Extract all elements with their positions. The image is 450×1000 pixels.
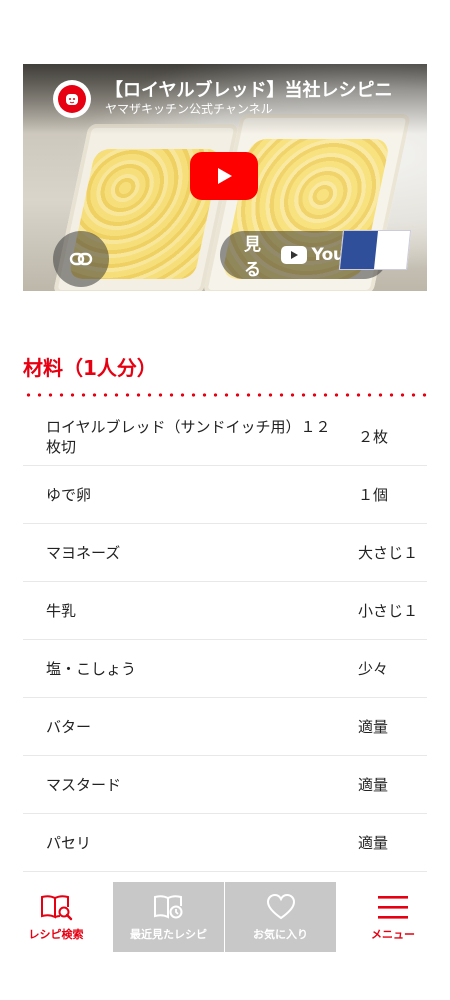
ingredient-amount: 大さじ１ [358,544,419,562]
nav-menu[interactable]: メニュー [336,882,450,952]
ingredient-amount: 適量 [358,718,389,736]
ingredient-name: パセリ [46,833,92,852]
copy-link-button[interactable] [53,231,109,287]
ingredient-name: 牛乳 [46,601,77,620]
book-history-icon [152,892,186,922]
nav-label: お気に入り [253,928,308,941]
video-title[interactable]: 【ロイヤルブレッド】当社レシピニ [105,76,405,102]
ingredient-name: バター [46,717,92,736]
list-item: 牛乳 小さじ１ [23,582,427,640]
ingredient-amount: 小さじ１ [358,602,419,620]
dotted-divider [23,393,427,397]
ingredient-amount: 適量 [358,776,389,794]
ingredient-amount: １個 [358,486,389,504]
list-item: ゆで卵 １個 [23,466,427,524]
nav-label: レシピ検索 [28,928,84,941]
bread-package-image [338,230,412,270]
list-item: マヨネーズ 大さじ１ [23,524,427,582]
youtube-embed[interactable]: 【ロイヤルブレッド】当社レシピニ ヤマザキッチン公式チャンネル 見る YouTu… [23,64,427,291]
ingredient-amount: ２枚 [358,428,389,446]
channel-name[interactable]: ヤマザキッチン公式チャンネル [105,100,273,117]
ingredient-name: 塩・こしょう [46,659,137,678]
list-item: マスタード 適量 [23,756,427,814]
watch-label: 見る [244,235,261,280]
ingredient-name: マヨネーズ [46,543,121,562]
nav-label: メニュー [371,928,415,941]
nav-recipe-search[interactable]: レシピ検索 [0,882,112,952]
nav-recently-viewed[interactable]: 最近見たレシピ [112,882,224,952]
ingredient-name: マスタード [46,775,122,794]
heart-icon [266,892,296,922]
book-search-icon [39,892,73,922]
list-item: パセリ 適量 [23,814,427,872]
nav-favorites[interactable]: お気に入り [224,882,336,952]
list-item: 塩・こしょう 少々 [23,640,427,698]
ingredients-title: 材料（1人分） [23,356,157,380]
bottom-nav: レシピ検索 最近見たレシピ お気に入り メニュー [0,882,450,952]
ingredient-name: ロイヤルブレッド（サンドイッチ用）１２枚切 [46,417,331,456]
ingredient-name: ゆで卵 [46,485,92,504]
ingredient-amount: 適量 [358,834,389,852]
list-item: ロイヤルブレッド（サンドイッチ用）１２枚切 ２枚 [23,408,427,466]
play-icon [218,168,232,184]
ingredient-amount: 少々 [358,660,389,678]
channel-logo-icon[interactable] [53,80,91,118]
hamburger-menu-icon [376,892,410,922]
play-button[interactable] [190,152,258,200]
link-icon [69,252,93,266]
ingredients-list: ロイヤルブレッド（サンドイッチ用）１２枚切 ２枚 ゆで卵 １個 マヨネーズ 大さ… [23,408,427,872]
list-item: バター 適量 [23,698,427,756]
nav-label: 最近見たレシピ [130,928,207,941]
